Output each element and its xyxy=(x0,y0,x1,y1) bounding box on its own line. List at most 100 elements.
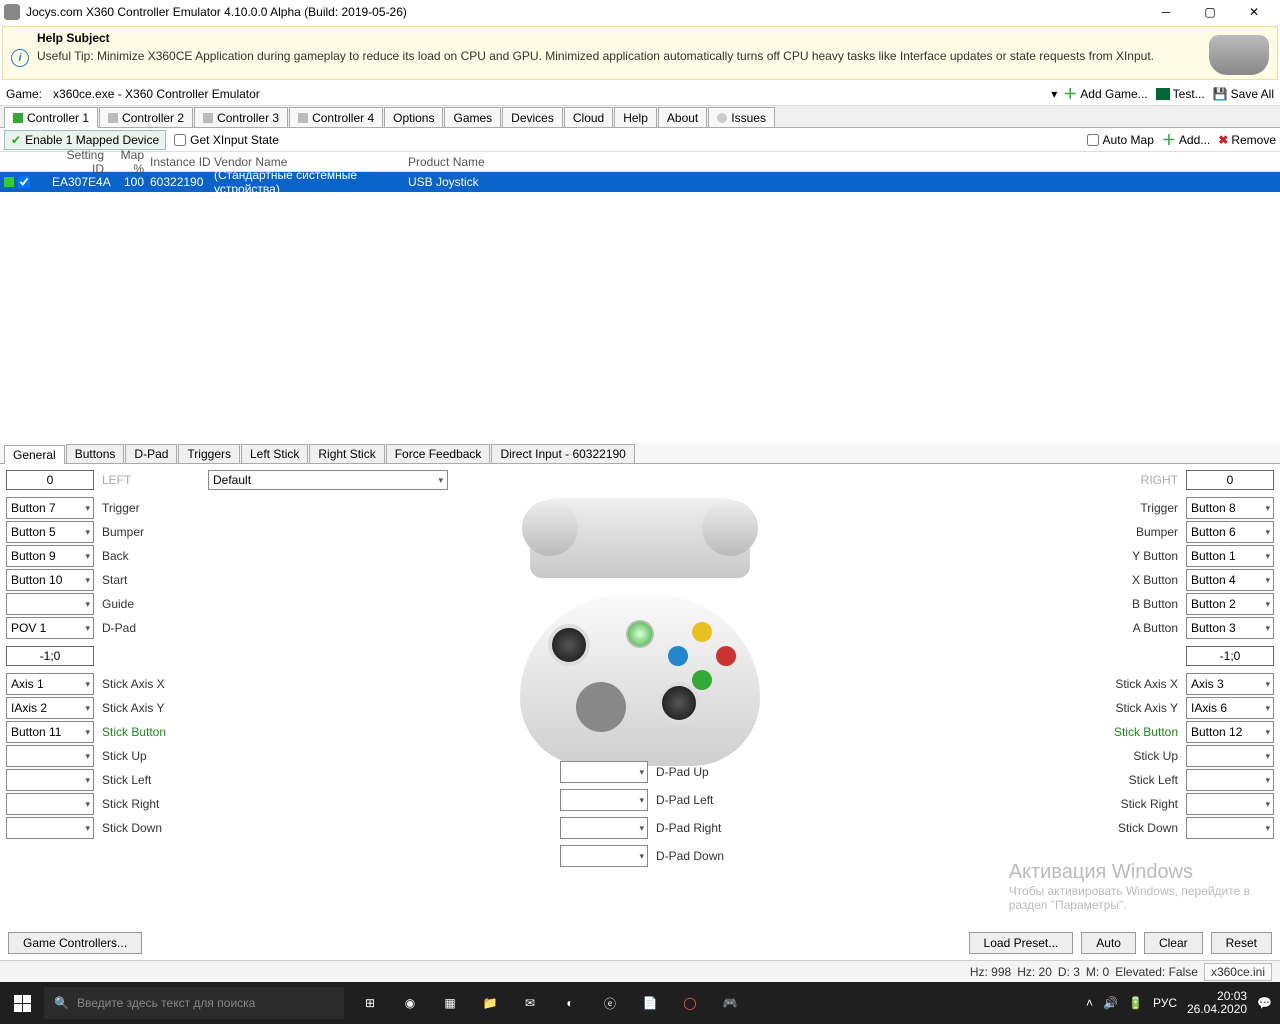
taskbar-search[interactable]: 🔍Введите здесь текст для поиска xyxy=(44,987,344,1019)
taskbar-app-store[interactable]: ▦ xyxy=(432,983,468,1023)
tab-cloud[interactable]: Cloud xyxy=(564,107,613,127)
save-all-button[interactable]: 💾Save All xyxy=(1213,84,1274,104)
mapping-label: Stick Down xyxy=(1118,821,1178,835)
mapping-combo[interactable]: POV 1 xyxy=(6,617,94,639)
tab-direct-input[interactable]: Direct Input - 60322190 xyxy=(491,444,634,463)
mapping-combo[interactable]: Button 11 xyxy=(6,721,94,743)
mapping-combo[interactable] xyxy=(560,761,648,783)
add-device-button[interactable]: ＋Add... xyxy=(1162,130,1210,150)
mapping-combo[interactable] xyxy=(6,817,94,839)
test-button[interactable]: Test... xyxy=(1156,84,1205,104)
left-stick-graphic xyxy=(548,624,590,666)
device-checkbox[interactable] xyxy=(18,176,30,188)
mapping-label: Bumper xyxy=(102,525,144,539)
mapping-combo[interactable] xyxy=(6,745,94,767)
game-select[interactable]: x360ce.exe - X360 Controller Emulator xyxy=(48,84,1045,104)
mapping-combo[interactable] xyxy=(1186,793,1274,815)
tray-battery-icon[interactable]: 🔋 xyxy=(1128,996,1143,1010)
taskbar-app-x360ce[interactable]: 🎮 xyxy=(712,983,748,1023)
mapping-combo[interactable] xyxy=(1186,769,1274,791)
tab-devices[interactable]: Devices xyxy=(502,107,563,127)
mapping-combo[interactable]: Button 5 xyxy=(6,521,94,543)
tab-controller-2[interactable]: Controller 2 xyxy=(99,107,193,127)
status-ini[interactable]: x360ce.ini xyxy=(1204,963,1272,981)
add-game-button[interactable]: ＋Add Game... xyxy=(1063,84,1147,104)
mapping-combo[interactable] xyxy=(560,789,648,811)
close-button[interactable]: ✕ xyxy=(1232,0,1276,24)
maximize-button[interactable]: ▢ xyxy=(1188,0,1232,24)
mapping-combo[interactable]: Button 3 xyxy=(1186,617,1274,639)
start-button[interactable] xyxy=(0,982,44,1024)
mapping-combo[interactable] xyxy=(560,817,648,839)
get-xinput-checkbox[interactable]: Get XInput State xyxy=(174,133,279,147)
mapping-combo[interactable]: Button 1 xyxy=(1186,545,1274,567)
mapping-combo[interactable] xyxy=(1186,817,1274,839)
taskbar-app-yandex[interactable]: ◐ xyxy=(552,983,588,1023)
mapping-combo[interactable]: Axis 1 xyxy=(6,673,94,695)
remove-device-button[interactable]: ✖Remove xyxy=(1218,133,1276,147)
clear-button[interactable]: Clear xyxy=(1144,932,1203,954)
mapping-combo[interactable]: Button 8 xyxy=(1186,497,1274,519)
tab-controller-4[interactable]: Controller 4 xyxy=(289,107,383,127)
device-row[interactable]: EA307E4A 100 60322190 (Стандартные систе… xyxy=(0,172,1280,192)
tab-dpad[interactable]: D-Pad xyxy=(125,444,177,463)
tray-language[interactable]: РУС xyxy=(1153,996,1177,1010)
tab-general[interactable]: General xyxy=(4,445,65,464)
mapping-combo[interactable]: Axis 3 xyxy=(1186,673,1274,695)
mapping-combo[interactable] xyxy=(6,793,94,815)
reset-button[interactable]: Reset xyxy=(1211,932,1272,954)
taskbar-app-opera[interactable]: ◯ xyxy=(672,983,708,1023)
mapping-combo[interactable] xyxy=(6,769,94,791)
tab-triggers[interactable]: Triggers xyxy=(178,444,240,463)
status-bar: Hz: 998 Hz: 20 D: 3 M: 0 Elevated: False… xyxy=(0,960,1280,982)
mapping-combo[interactable]: Button 12 xyxy=(1186,721,1274,743)
taskbar-app-explorer[interactable]: 📁 xyxy=(472,983,508,1023)
mapping-combo[interactable]: IAxis 2 xyxy=(6,697,94,719)
minimize-button[interactable]: ─ xyxy=(1144,0,1188,24)
taskbar-app-edge[interactable]: ⓔ xyxy=(592,983,628,1023)
mapping-combo[interactable]: Button 10 xyxy=(6,569,94,591)
tab-controller-1[interactable]: Controller 1 xyxy=(4,107,98,128)
mapping-combo[interactable]: Button 6 xyxy=(1186,521,1274,543)
game-controllers-button[interactable]: Game Controllers... xyxy=(8,932,142,954)
auto-map-checkbox[interactable]: Auto Map xyxy=(1087,133,1154,147)
taskbar-app-word[interactable]: 📄 xyxy=(632,983,668,1023)
preset-combo[interactable]: Default xyxy=(208,470,448,490)
tray-clock[interactable]: 20:0326.04.2020 xyxy=(1187,990,1247,1016)
tab-right-stick[interactable]: Right Stick xyxy=(309,444,384,463)
tab-force-feedback[interactable]: Force Feedback xyxy=(386,444,491,463)
taskbar-app-mail[interactable]: ✉ xyxy=(512,983,548,1023)
tray-chevron-icon[interactable]: ˄ xyxy=(1086,996,1093,1010)
tray-notifications-icon[interactable]: 💬 xyxy=(1257,996,1272,1010)
mapping-combo[interactable]: Button 4 xyxy=(1186,569,1274,591)
taskbar-app-chrome[interactable]: ◉ xyxy=(392,983,428,1023)
mapping-label: D-Pad Up xyxy=(656,765,709,779)
enable-mapped-button[interactable]: ✔Enable 1 Mapped Device xyxy=(4,130,166,150)
mapping-combo[interactable]: Button 9 xyxy=(6,545,94,567)
mapping-combo[interactable] xyxy=(6,593,94,615)
map-row: Axis 1Stick Axis X xyxy=(6,672,206,696)
tab-options[interactable]: Options xyxy=(384,107,443,127)
tab-buttons[interactable]: Buttons xyxy=(66,444,125,463)
game-dropdown-icon[interactable]: ▾ xyxy=(1051,87,1057,101)
tab-help[interactable]: Help xyxy=(614,107,657,127)
mapping-combo[interactable] xyxy=(560,845,648,867)
tab-left-stick[interactable]: Left Stick xyxy=(241,444,308,463)
tab-games[interactable]: Games xyxy=(444,107,501,127)
taskbar: 🔍Введите здесь текст для поиска ⊞ ◉ ▦ 📁 … xyxy=(0,982,1280,1024)
plus-icon: ＋ xyxy=(1162,130,1176,150)
game-label: Game: xyxy=(6,87,42,101)
load-preset-button[interactable]: Load Preset... xyxy=(969,932,1074,954)
tab-issues[interactable]: Issues xyxy=(708,107,775,127)
mapping-combo[interactable]: Button 2 xyxy=(1186,593,1274,615)
tab-controller-3[interactable]: Controller 3 xyxy=(194,107,288,127)
tray-volume-icon[interactable]: 🔊 xyxy=(1103,996,1118,1010)
auto-button[interactable]: Auto xyxy=(1081,932,1136,954)
tab-about[interactable]: About xyxy=(658,107,707,127)
mapping-combo[interactable]: Button 7 xyxy=(6,497,94,519)
mapping-combo[interactable]: IAxis 6 xyxy=(1186,697,1274,719)
mapping-combo[interactable] xyxy=(1186,745,1274,767)
map-row: Button 1Y Button xyxy=(1074,544,1274,568)
task-view-button[interactable]: ⊞ xyxy=(352,983,388,1023)
window-title: Jocys.com X360 Controller Emulator 4.10.… xyxy=(26,5,1144,19)
